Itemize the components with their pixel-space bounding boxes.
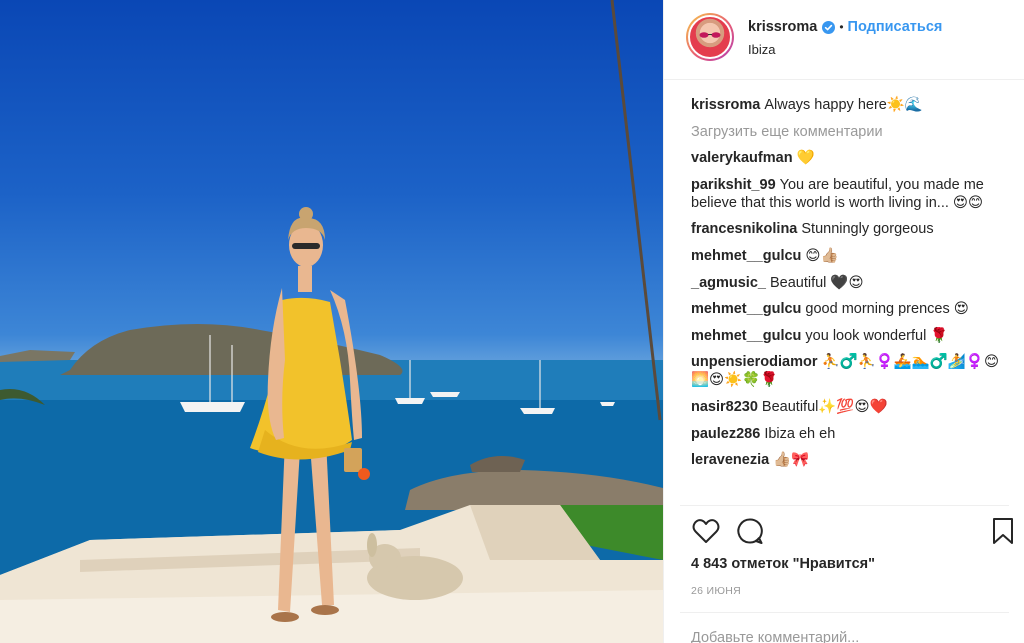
caption-text: Always happy here☀️🌊: [764, 97, 923, 113]
comment-username[interactable]: francesnikolina: [691, 221, 797, 237]
comment-text: 👍🏼🎀: [773, 452, 810, 469]
add-comment-input[interactable]: [691, 626, 991, 643]
header-username[interactable]: krissroma: [748, 19, 817, 35]
comment-username[interactable]: paulez286: [691, 426, 760, 442]
action-bar: [691, 516, 1013, 548]
comment-text: Beautiful✨💯😍❤️: [761, 398, 888, 415]
comment-text: 😊👍🏼: [805, 247, 839, 264]
comment-item: mehmet__gulcu good morning prences 😍: [691, 300, 1001, 318]
comment-item: paulez286 Ibiza eh eh: [691, 425, 1001, 443]
bookmark-icon[interactable]: [991, 516, 1015, 546]
avatar-image: [688, 15, 732, 59]
caption-username[interactable]: krissroma: [691, 97, 760, 113]
comment-text: you look wonderful 🌹: [805, 327, 949, 344]
comment-username[interactable]: nasir8230: [691, 399, 758, 415]
separator-dot: •: [839, 20, 844, 34]
comment-text: 💛: [796, 150, 815, 167]
comment-text: Stunningly gorgeous: [801, 221, 934, 238]
comment-item: francesnikolina Stunningly gorgeous: [691, 220, 1001, 238]
comments-list: krissroma Always happy here☀️🌊 Загрузить …: [691, 96, 1001, 478]
comment-username[interactable]: parikshit_99: [691, 177, 776, 193]
username-row: krissroma • Подписаться: [748, 19, 942, 35]
comment-username[interactable]: valerykaufman: [691, 150, 793, 166]
comment-username[interactable]: unpensierodiamor: [691, 354, 818, 370]
comment-text: Ibiza eh eh: [764, 425, 836, 442]
likes-count[interactable]: 4 843 отметок "Нравится": [691, 556, 875, 572]
comment-item: leravenezia 👍🏼🎀: [691, 451, 1001, 469]
divider: [680, 612, 1009, 613]
load-more-comments-button[interactable]: Загрузить еще комментарии: [691, 123, 1001, 141]
verified-badge-icon: [822, 20, 836, 34]
comment-text: Beautiful 🖤😍: [769, 274, 864, 291]
comment-item: unpensierodiamor ⛹♂️⛹♀️🚣🏊♂️🏄♀️😊🌅😍☀️🍀🌹: [691, 353, 1001, 389]
post-date[interactable]: 26 ИЮНЯ: [691, 585, 741, 597]
comment-username[interactable]: _agmusic_: [691, 275, 766, 291]
comment-item: valerykaufman 💛: [691, 149, 1001, 167]
comment-item: _agmusic_ Beautiful 🖤😍: [691, 274, 1001, 292]
post-photo-illustration: [0, 0, 663, 643]
comment-username[interactable]: leravenezia: [691, 452, 769, 468]
like-heart-icon[interactable]: [691, 516, 721, 546]
divider: [680, 505, 1009, 506]
avatar[interactable]: [686, 13, 734, 61]
post-header: krissroma • Подписаться Ibiza: [664, 0, 1024, 80]
caption: krissroma Always happy here☀️🌊: [691, 96, 1001, 114]
post-side-panel: krissroma • Подписаться Ibiza krissroma A…: [663, 0, 1024, 643]
comment-username[interactable]: mehmet__gulcu: [691, 328, 801, 344]
comment-item: parikshit_99 You are beautiful, you made …: [691, 176, 1001, 212]
comment-text: good morning prences 😍: [805, 301, 969, 318]
comment-username[interactable]: mehmet__gulcu: [691, 301, 801, 317]
post-photo[interactable]: [0, 0, 663, 643]
location-link[interactable]: Ibiza: [748, 42, 775, 57]
comment-bubble-icon[interactable]: [735, 516, 765, 546]
follow-button[interactable]: Подписаться: [848, 19, 943, 35]
comment-item: nasir8230 Beautiful✨💯😍❤️: [691, 398, 1001, 416]
comment-item: mehmet__gulcu 😊👍🏼: [691, 247, 1001, 265]
comment-item: mehmet__gulcu you look wonderful 🌹: [691, 327, 1001, 345]
comment-username[interactable]: mehmet__gulcu: [691, 248, 801, 264]
sunglasses-icon: [699, 32, 721, 38]
